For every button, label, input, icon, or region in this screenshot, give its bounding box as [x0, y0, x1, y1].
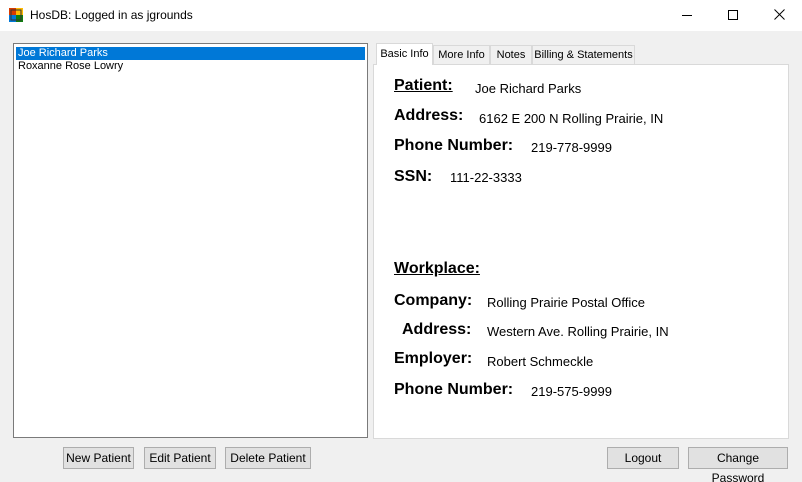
maximize-button[interactable]	[710, 0, 756, 31]
employer-label: Employer:	[394, 350, 473, 367]
minimize-button[interactable]	[664, 0, 710, 31]
tab-billing-statements[interactable]: Billing & Statements	[532, 45, 635, 65]
window-title: HosDB: Logged in as jgrounds	[30, 8, 193, 22]
close-button[interactable]	[756, 0, 802, 31]
minimize-icon	[682, 9, 692, 23]
edit-patient-button[interactable]: Edit Patient	[144, 447, 216, 469]
list-item[interactable]: Roxanne Rose Lowry	[16, 60, 365, 73]
new-patient-button[interactable]: New Patient	[63, 447, 134, 469]
ssn-value: 111-22-3333	[450, 170, 522, 185]
employer-value: Robert Schmeckle	[487, 354, 594, 369]
work-phone-label: Phone Number:	[394, 381, 514, 398]
title-bar[interactable]: HosDB: Logged in as jgrounds	[0, 0, 802, 31]
close-icon	[773, 8, 785, 23]
workplace-heading: Workplace:	[394, 260, 480, 277]
work-address-value: Western Ave. Rolling Prairie, IN	[487, 324, 669, 339]
maximize-icon	[728, 9, 738, 23]
change-password-button[interactable]: Change Password	[688, 447, 788, 482]
patient-label: Patient:	[394, 77, 453, 94]
address-value: 6162 E 200 N Rolling Prairie, IN	[479, 111, 664, 126]
phone-value: 219-778-9999	[531, 140, 612, 155]
list-item[interactable]: Joe Richard Parks	[16, 47, 365, 60]
app-icon	[9, 8, 23, 22]
company-label: Company:	[394, 292, 473, 309]
company-value: Rolling Prairie Postal Office	[487, 295, 645, 310]
patient-value: Joe Richard Parks	[475, 81, 582, 96]
tab-notes[interactable]: Notes	[490, 45, 532, 65]
logout-button[interactable]: Logout	[607, 447, 679, 469]
tab-more-info[interactable]: More Info	[433, 45, 490, 65]
work-address-label: Address:	[402, 321, 472, 338]
tab-basic-info[interactable]: Basic Info	[376, 43, 433, 65]
work-phone-value: 219-575-9999	[531, 384, 612, 399]
patient-list[interactable]: Joe Richard Parks Roxanne Rose Lowry	[13, 43, 368, 438]
ssn-label: SSN:	[394, 168, 433, 185]
delete-patient-button[interactable]: Delete Patient	[225, 447, 311, 469]
address-label: Address:	[394, 107, 464, 124]
basic-info-panel: Patient: Joe Richard Parks Address: 6162…	[373, 64, 789, 439]
phone-label: Phone Number:	[394, 137, 514, 154]
